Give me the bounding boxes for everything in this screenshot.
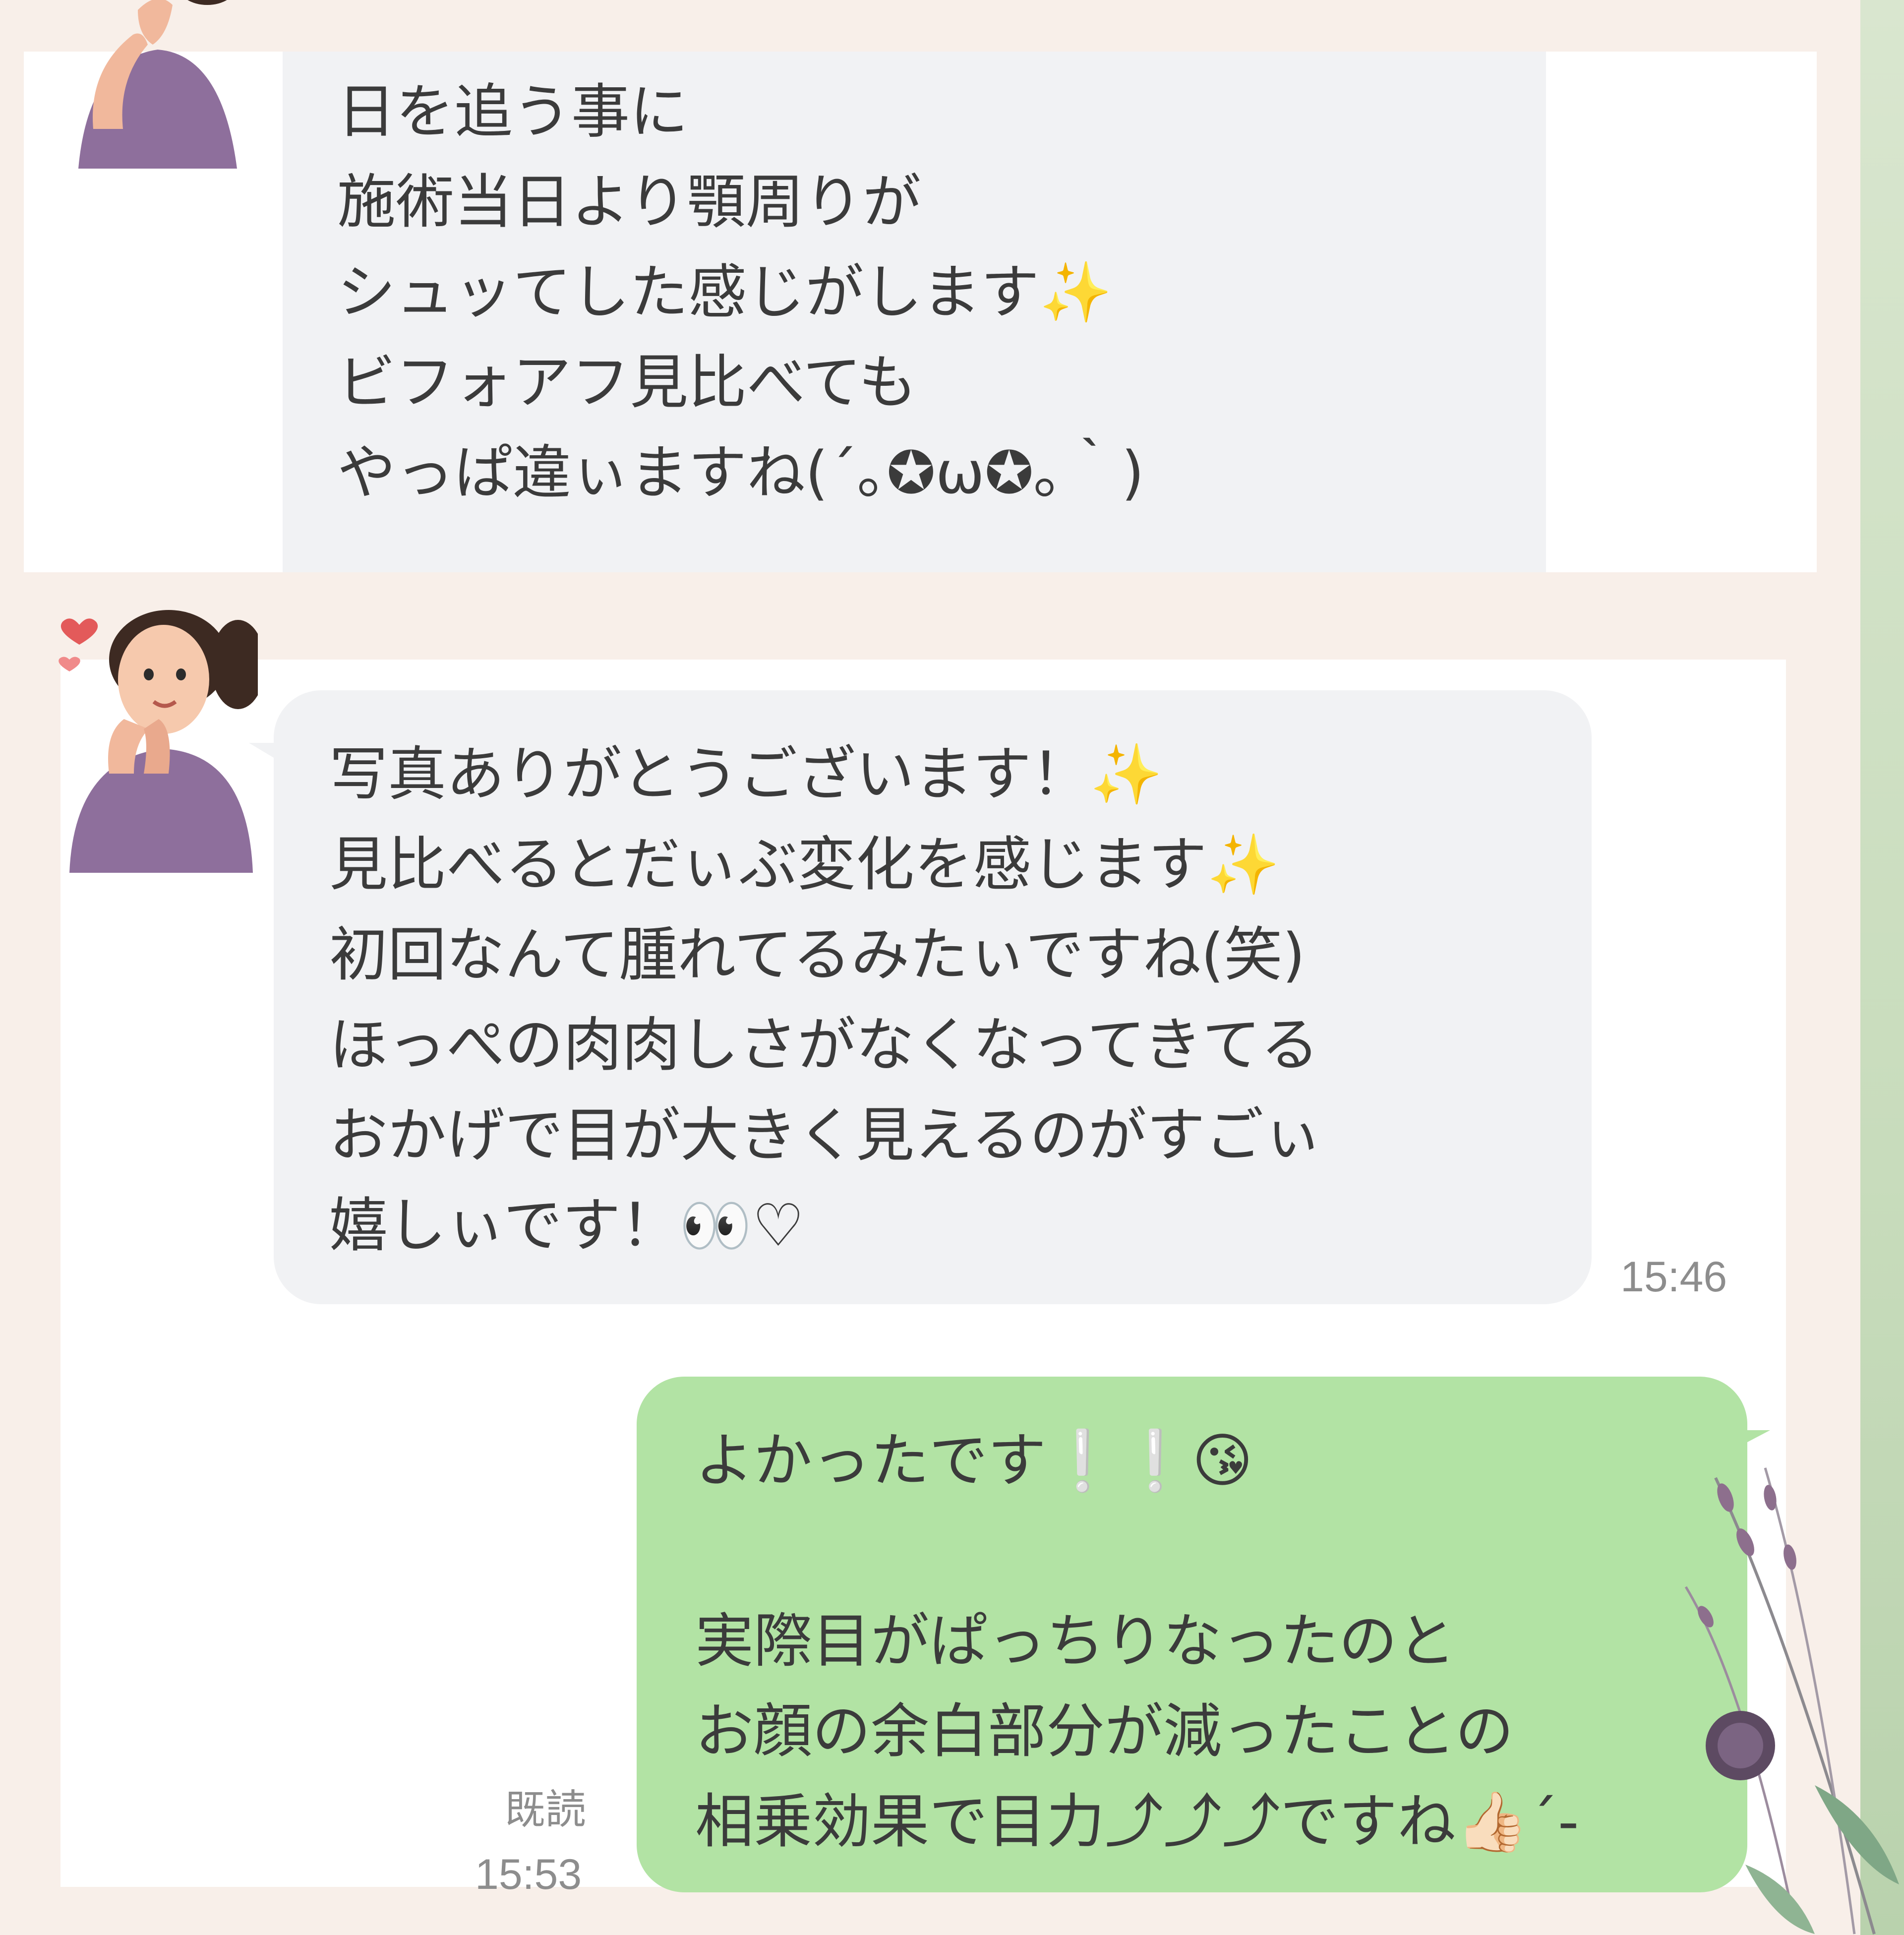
read-receipt: 既読 (505, 1787, 587, 1832)
message-bubble-incoming: 日を追う事に 施術当日より顎周りが シュッてした感じがします✨ ビフォアフ見比べ… (283, 52, 1546, 572)
woman-avatar-icon (78, 0, 237, 169)
message-timestamp: 15:53 (475, 1851, 582, 1898)
flower-sprig-decoration (1684, 1467, 1899, 1935)
woman-avatar-icon (59, 610, 258, 873)
heart-icon (60, 618, 98, 645)
message-bubble-outgoing: よかったです❕❕😘 実際目がぱっちりなったのと お顔の余白部分が減ったことの 相… (637, 1377, 1747, 1892)
message-bubble-incoming: 写真ありがとうございます！✨ 見比べるとだぃぶ変化を感じます✨ 初回なんて腫れて… (274, 690, 1592, 1304)
message-timestamp: 15:46 (1620, 1253, 1727, 1301)
